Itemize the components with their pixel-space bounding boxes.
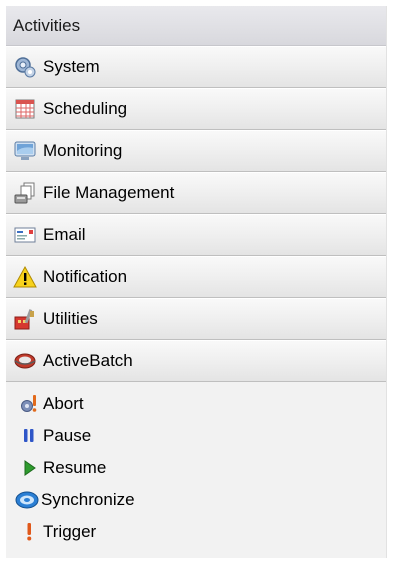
category-scheduling[interactable]: Scheduling [6, 88, 386, 130]
category-label: ActiveBatch [43, 351, 133, 370]
category-label: Utilities [43, 309, 98, 328]
calendar-icon [13, 97, 37, 121]
action-synchronize[interactable]: Synchronize [6, 484, 386, 516]
action-label: Synchronize [41, 490, 135, 509]
category-label: Notification [43, 267, 128, 286]
category-label: System [43, 57, 100, 76]
category-label: Monitoring [43, 141, 123, 160]
category-label: Email [43, 225, 86, 244]
action-resume[interactable]: Resume [6, 452, 386, 484]
system-icon [13, 55, 37, 79]
category-utilities[interactable]: Utilities [6, 298, 386, 340]
category-activebatch[interactable]: ActiveBatch [6, 340, 386, 382]
pause-icon [19, 426, 39, 446]
category-file-management[interactable]: File Management [6, 172, 386, 214]
action-trigger[interactable]: Trigger [6, 516, 386, 548]
category-label: File Management [43, 183, 175, 202]
category-notification[interactable]: Notification [6, 256, 386, 298]
category-system[interactable]: System [6, 46, 386, 88]
category-email[interactable]: Email [6, 214, 386, 256]
abort-icon [19, 394, 39, 414]
category-label: Scheduling [43, 99, 128, 118]
activities-panel: Activities System Scheduling Monitoring … [6, 6, 387, 558]
action-pause[interactable]: Pause [6, 420, 386, 452]
action-abort[interactable]: Abort [6, 388, 386, 420]
action-label: Resume [43, 458, 107, 477]
resume-icon [19, 458, 39, 478]
action-label: Trigger [43, 522, 97, 541]
monitor-icon [13, 139, 37, 163]
category-monitoring[interactable]: Monitoring [6, 130, 386, 172]
utilities-icon [13, 307, 37, 331]
action-list: Abort Pause Resume Synchronize Trigger [6, 382, 386, 548]
warning-icon [13, 265, 37, 289]
email-icon [13, 223, 37, 247]
action-label: Pause [43, 426, 92, 445]
file-management-icon [13, 181, 37, 205]
panel-header: Activities [6, 6, 386, 46]
activebatch-icon [13, 349, 37, 373]
action-label: Abort [43, 394, 84, 413]
trigger-icon [19, 522, 39, 542]
synchronize-icon [15, 490, 39, 510]
